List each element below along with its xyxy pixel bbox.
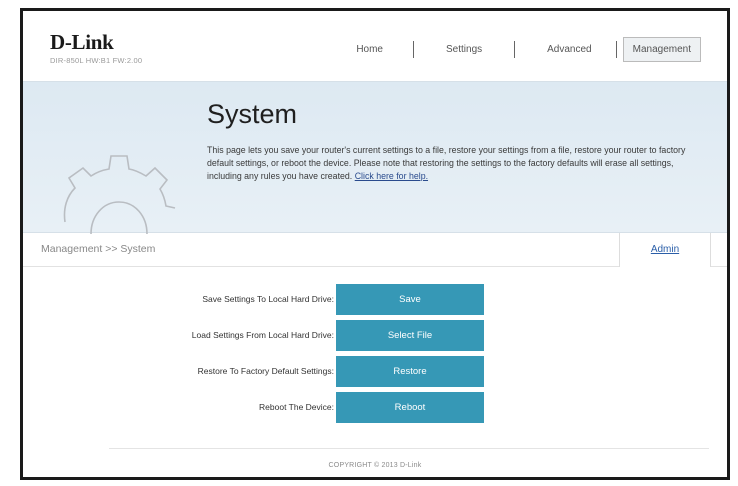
copyright: COPYRIGHT © 2013 D-Link bbox=[328, 462, 422, 469]
nav-management[interactable]: Management bbox=[622, 37, 701, 62]
nav-advanced[interactable]: Advanced bbox=[535, 44, 603, 55]
restore-defaults-label: Restore To Factory Default Settings: bbox=[197, 366, 334, 376]
save-settings-label: Save Settings To Local Hard Drive: bbox=[202, 294, 334, 304]
dlink-logo: D-Link DIR-850L HW:B1 FW:2.00 bbox=[50, 30, 142, 65]
reboot-label: Reboot The Device: bbox=[259, 402, 334, 412]
page-banner: System This page lets you save your rout… bbox=[23, 81, 727, 234]
model-info: DIR-850L HW:B1 FW:2.00 bbox=[50, 56, 143, 65]
nav-separator bbox=[514, 41, 516, 58]
page-title: System bbox=[207, 99, 298, 129]
description-text: This page lets you save your router's cu… bbox=[207, 145, 686, 181]
reboot-button[interactable]: Reboot bbox=[336, 392, 484, 423]
header: D-Link DIR-850L HW:B1 FW:2.00 Home Setti… bbox=[23, 11, 727, 81]
router-admin-window: D-Link DIR-850L HW:B1 FW:2.00 Home Setti… bbox=[20, 8, 730, 480]
top-nav: Home Settings Advanced Management bbox=[350, 37, 701, 62]
breadcrumb-bar: Management >> System Admin bbox=[23, 233, 727, 267]
nav-separator bbox=[615, 41, 617, 58]
nav-home[interactable]: Home bbox=[350, 44, 389, 55]
footer-divider bbox=[109, 448, 709, 449]
help-link[interactable]: Click here for help. bbox=[355, 171, 428, 181]
restore-button[interactable]: Restore bbox=[336, 356, 484, 387]
load-settings-label: Load Settings From Local Hard Drive: bbox=[191, 330, 334, 340]
nav-separator bbox=[413, 41, 414, 58]
save-settings-row: Save Settings To Local Hard Drive: Save bbox=[23, 284, 727, 315]
page-description: This page lets you save your router's cu… bbox=[207, 144, 707, 183]
breadcrumb: Management >> System bbox=[41, 243, 156, 255]
restore-defaults-row: Restore To Factory Default Settings: Res… bbox=[23, 356, 727, 387]
nav-settings[interactable]: Settings bbox=[434, 44, 494, 55]
tab-admin[interactable]: Admin bbox=[619, 233, 711, 267]
gear-icon bbox=[63, 155, 176, 234]
reboot-row: Reboot The Device: Reboot bbox=[23, 392, 727, 423]
select-file-button[interactable]: Select File bbox=[336, 320, 484, 351]
load-settings-row: Load Settings From Local Hard Drive: Sel… bbox=[23, 320, 727, 351]
save-button[interactable]: Save bbox=[336, 284, 484, 315]
brand-name: D-Link bbox=[50, 30, 114, 54]
